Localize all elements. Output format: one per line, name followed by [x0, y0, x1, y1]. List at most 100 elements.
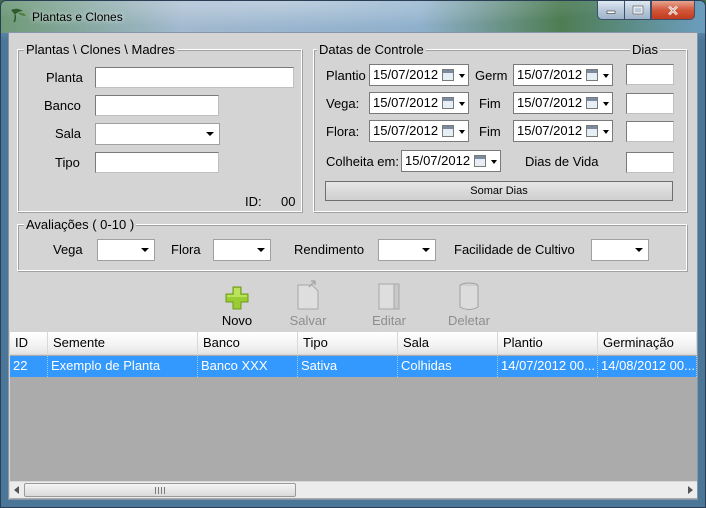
save-document-icon — [297, 280, 319, 310]
table-cell[interactable]: 22 — [10, 356, 48, 377]
germ-date-value: 15/07/2012 — [517, 67, 583, 82]
flora-fim-date-value: 15/07/2012 — [517, 123, 583, 138]
flora-dias-input[interactable] — [626, 121, 674, 142]
dias-header: Dias — [630, 42, 661, 57]
calendar-icon — [586, 125, 598, 137]
grid-header: ID Semente Banco Tipo Sala Plantio Germinação — [10, 332, 697, 355]
facilidade-rating-label: Facilidade de Cultivo — [454, 242, 575, 257]
dias-vida-label: Dias de Vida — [525, 154, 599, 169]
rendimento-rating-select[interactable] — [378, 239, 436, 261]
column-header[interactable]: Banco — [198, 332, 298, 355]
column-header[interactable]: Semente — [48, 332, 198, 355]
grip-icon — [155, 487, 165, 494]
calendar-icon — [442, 69, 454, 81]
column-header[interactable]: Germinação — [598, 332, 697, 355]
main-window: Plantas e Clones Plantas \ Clones \ Madr… — [0, 0, 706, 508]
avaliacoes-legend: Avaliações ( 0-10 ) — [24, 217, 137, 232]
flora-fim-label: Fim — [479, 124, 501, 139]
scroll-left-icon[interactable] — [14, 486, 19, 494]
colheita-label: Colheita em: — [326, 154, 399, 169]
plantas-legend: Plantas \ Clones \ Madres — [24, 42, 177, 57]
maximize-icon — [632, 5, 643, 15]
table-cell[interactable]: Banco XXX — [198, 356, 298, 377]
chevron-down-icon — [603, 102, 609, 106]
colheita-date-picker[interactable]: 15/07/2012 — [401, 150, 501, 172]
scrollbar-thumb[interactable] — [24, 483, 296, 497]
title-bar[interactable]: Plantas e Clones — [1, 1, 705, 33]
close-icon — [668, 5, 678, 15]
tipo-input[interactable] — [95, 152, 219, 173]
chevron-down-icon — [422, 248, 430, 252]
column-header[interactable]: ID — [10, 332, 48, 355]
trash-can-icon — [459, 282, 479, 310]
id-value: 00 — [281, 194, 296, 209]
facilidade-rating-select[interactable] — [591, 239, 649, 261]
sala-select[interactable] — [95, 123, 220, 145]
flora-rating-select[interactable] — [213, 239, 271, 261]
dias-vida-input[interactable] — [626, 152, 674, 173]
horizontal-scrollbar[interactable] — [10, 481, 697, 498]
deletar-button[interactable]: Deletar — [437, 279, 501, 328]
planta-input[interactable] — [95, 67, 294, 88]
minimize-icon — [606, 10, 616, 14]
vega-dias-input[interactable] — [626, 93, 674, 114]
flora-rating-label: Flora — [171, 242, 201, 257]
minimize-button[interactable] — [597, 1, 624, 20]
vega-rating-select[interactable] — [97, 239, 155, 261]
scroll-right-icon[interactable] — [688, 486, 693, 494]
chevron-down-icon — [141, 248, 149, 252]
table-cell[interactable]: 14/07/2012 00... — [498, 356, 598, 377]
column-header[interactable]: Tipo — [298, 332, 398, 355]
chevron-down-icon — [603, 74, 609, 78]
chevron-down-icon — [459, 74, 465, 78]
column-header[interactable]: Sala — [398, 332, 498, 355]
germ-date-picker[interactable]: 15/07/2012 — [513, 64, 613, 86]
table-cell[interactable]: Colhidas — [398, 356, 498, 377]
close-button[interactable] — [651, 1, 695, 20]
column-header[interactable]: Plantio — [498, 332, 598, 355]
somar-dias-button[interactable]: Somar Dias — [325, 181, 673, 201]
novo-button[interactable]: Novo — [205, 279, 269, 328]
editar-label: Editar — [372, 313, 406, 328]
germ-label: Germ — [475, 68, 508, 83]
salvar-button[interactable]: Salvar — [276, 279, 340, 328]
avaliacoes-group: Avaliações ( 0-10 ) Vega Flora Rendiment… — [17, 217, 687, 271]
salvar-label: Salvar — [289, 313, 327, 328]
maximize-button[interactable] — [624, 1, 651, 20]
banco-label: Banco — [44, 98, 81, 113]
chevron-down-icon — [603, 130, 609, 134]
table-cell[interactable]: Exemplo de Planta — [48, 356, 198, 377]
table-cell[interactable]: 14/08/2012 00... — [598, 356, 697, 377]
flora-date-label: Flora: — [326, 124, 360, 139]
flora-fim-date-picker[interactable]: 15/07/2012 — [513, 120, 613, 142]
caption-buttons — [597, 1, 695, 21]
chevron-down-icon — [257, 248, 265, 252]
plantio-label: Plantio — [326, 68, 366, 83]
editar-button[interactable]: Editar — [357, 279, 421, 328]
vega-date-label: Vega: — [326, 96, 360, 111]
plantas-group: Plantas \ Clones \ Madres Planta Banco S… — [17, 42, 302, 212]
vega-date-value: 15/07/2012 — [373, 95, 439, 110]
calendar-icon — [586, 69, 598, 81]
plantas-grid[interactable]: ID Semente Banco Tipo Sala Plantio Germinação … — [10, 332, 697, 499]
plantio-date-value: 15/07/2012 — [373, 67, 439, 82]
chevron-down-icon — [459, 130, 465, 134]
calendar-icon — [474, 155, 486, 167]
flora-date-picker[interactable]: 15/07/2012 — [369, 120, 469, 142]
planta-label: Planta — [46, 70, 83, 85]
form-client-area: Plantas \ Clones \ Madres Planta Banco S… — [8, 32, 698, 500]
window-title: Plantas e Clones — [32, 10, 123, 24]
table-cell[interactable]: Sativa — [298, 356, 398, 377]
table-row[interactable]: 22 Exemplo de Planta Banco XXX Sativa Colhid… — [10, 356, 697, 377]
calendar-icon — [442, 125, 454, 137]
vega-date-picker[interactable]: 15/07/2012 — [369, 92, 469, 114]
plantio-date-picker[interactable]: 15/07/2012 — [369, 64, 469, 86]
chevron-down-icon — [206, 132, 214, 136]
calendar-icon — [586, 97, 598, 109]
vega-fim-date-picker[interactable]: 15/07/2012 — [513, 92, 613, 114]
tipo-label: Tipo — [55, 155, 80, 170]
novo-label: Novo — [221, 313, 253, 328]
banco-input[interactable] — [95, 95, 219, 116]
vega-rating-label: Vega — [53, 242, 83, 257]
plantio-dias-input[interactable] — [626, 64, 674, 85]
